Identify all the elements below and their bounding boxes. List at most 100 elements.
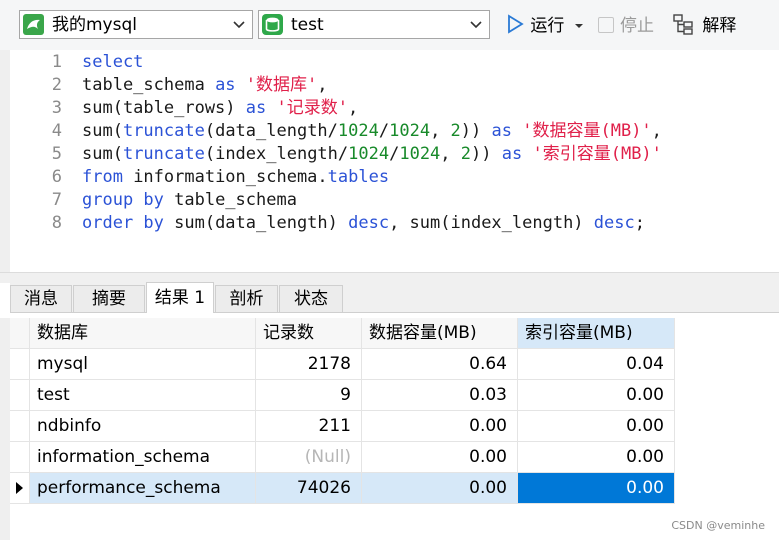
database-select[interactable]: test	[258, 10, 490, 39]
cell-data-size[interactable]: 0.00	[362, 442, 518, 472]
cell-database[interactable]: performance_schema	[30, 473, 256, 503]
stop-label: 停止	[620, 16, 654, 36]
table-row-selected[interactable]: performance_schema 74026 0.00 0.00	[10, 473, 675, 504]
code-line[interactable]: from information_schema.tables	[82, 166, 389, 189]
table-row[interactable]: information_schema (Null) 0.00 0.00	[10, 442, 675, 473]
stop-button[interactable]: 停止	[598, 12, 654, 40]
line-number: 6	[51, 167, 62, 187]
tab-profile[interactable]: 剖析	[215, 285, 278, 312]
code-line[interactable]: select	[82, 51, 143, 74]
run-button[interactable]: 运行	[505, 12, 584, 40]
cell-index-size[interactable]: 0.00	[518, 380, 675, 410]
stop-icon	[598, 17, 614, 33]
cell-index-size[interactable]: 0.00	[518, 442, 675, 472]
cell-data-size[interactable]: 0.64	[362, 349, 518, 379]
code-keyword: desc	[593, 213, 635, 233]
code-text: sum(data_length)	[163, 213, 349, 233]
sql-editor[interactable]: 12345678 select table_schema as '数据库', sum…	[0, 50, 779, 272]
code-line[interactable]: sum(table_rows) as '记录数',	[82, 97, 358, 120]
cell-row-count[interactable]: 211	[256, 411, 362, 441]
code-text: table_schema	[163, 190, 297, 210]
code-line[interactable]: sum(truncate(data_length/1024/1024, 2)) …	[82, 120, 662, 143]
play-icon	[508, 14, 524, 34]
line-number: 8	[51, 213, 62, 233]
code-text: /	[389, 144, 400, 164]
code-line[interactable]: sum(truncate(index_length/1024/1024, 2))…	[82, 143, 662, 166]
cell-database[interactable]: information_schema	[30, 442, 256, 472]
code-keyword: tables	[327, 167, 390, 187]
code-text: /	[378, 121, 390, 141]
tab-status[interactable]: 状态	[279, 285, 343, 312]
code-text: table_schema	[82, 75, 216, 95]
grid-left-margin	[0, 318, 10, 540]
tab-summary[interactable]: 摘要	[73, 285, 145, 312]
cell-row-count[interactable]: 9	[256, 380, 362, 410]
code-string: '数据容量(MB)'	[522, 121, 652, 141]
line-number: 2	[51, 75, 62, 95]
column-header-row-count[interactable]: 记录数	[256, 318, 362, 348]
column-header-index-size[interactable]: 索引容量(MB)	[518, 318, 675, 348]
cell-data-size[interactable]: 0.00	[362, 473, 518, 503]
line-number: 5	[51, 144, 62, 164]
line-number: 1	[51, 52, 62, 72]
code-keyword: select	[82, 52, 144, 72]
cell-index-size-focused[interactable]: 0.00	[518, 473, 675, 503]
table-row[interactable]: ndbinfo 211 0.00 0.00	[10, 411, 675, 442]
run-dropdown-icon[interactable]	[574, 21, 584, 31]
row-indicator	[10, 442, 30, 472]
cell-row-count-null[interactable]: (Null)	[256, 442, 362, 472]
code-keyword: as	[215, 75, 236, 95]
cell-index-size[interactable]: 0.04	[518, 349, 675, 379]
run-label: 运行	[530, 16, 565, 36]
column-header-database[interactable]: 数据库	[30, 318, 256, 348]
table-row[interactable]: mysql 2178 0.64 0.04	[10, 349, 675, 380]
row-indicator-header	[10, 318, 30, 348]
code-text: sum(	[82, 144, 123, 164]
cell-database[interactable]: test	[30, 380, 256, 410]
code-text: , sum(index_length)	[389, 213, 594, 233]
current-row-arrow-icon	[16, 482, 23, 494]
connection-select[interactable]: 我的mysql	[19, 10, 253, 39]
database-label: test	[291, 15, 324, 35]
code-line[interactable]: order by sum(data_length) desc, sum(inde…	[82, 212, 645, 235]
code-keyword: as	[245, 98, 267, 118]
cell-database[interactable]: ndbinfo	[30, 411, 256, 441]
code-keyword: as	[491, 121, 512, 141]
cell-data-size[interactable]: 0.03	[362, 380, 518, 410]
code-keyword: as	[501, 144, 523, 164]
code-keyword: from	[82, 167, 123, 187]
code-keyword: order by	[82, 213, 164, 233]
tab-result-1[interactable]: 结果 1	[146, 282, 214, 313]
code-line[interactable]: table_schema as '数据库',	[82, 74, 328, 97]
column-header-data-size[interactable]: 数据容量(MB)	[362, 318, 518, 348]
code-string: '索引容量(MB)'	[532, 144, 662, 164]
cell-row-count[interactable]: 74026	[256, 473, 362, 503]
chevron-down-icon	[470, 21, 482, 29]
cell-database[interactable]: mysql	[30, 349, 256, 379]
code-text: ,	[651, 121, 662, 141]
cell-index-size[interactable]: 0.00	[518, 411, 675, 441]
code-text: ,	[347, 98, 359, 118]
line-number: 3	[51, 98, 62, 118]
connection-label: 我的mysql	[52, 15, 137, 35]
watermark: CSDN @veminhe	[671, 519, 765, 532]
code-text: information_schema.	[122, 167, 328, 187]
code-number: 1024	[337, 121, 379, 141]
tab-messages[interactable]: 消息	[10, 285, 72, 312]
code-text: ;	[634, 213, 645, 233]
code-text: ,	[440, 144, 461, 164]
code-line[interactable]: group by table_schema	[82, 189, 297, 212]
table-row[interactable]: test 9 0.03 0.00	[10, 380, 675, 411]
explain-icon	[673, 14, 693, 35]
code-number: 1024	[348, 144, 390, 164]
cell-row-count[interactable]: 2178	[256, 349, 362, 379]
line-number: 7	[51, 190, 62, 210]
code-text: ,	[430, 121, 451, 141]
explain-button[interactable]: 解释	[673, 12, 736, 40]
row-indicator	[10, 349, 30, 379]
cell-data-size[interactable]: 0.00	[362, 411, 518, 441]
code-text: ))	[471, 144, 502, 164]
